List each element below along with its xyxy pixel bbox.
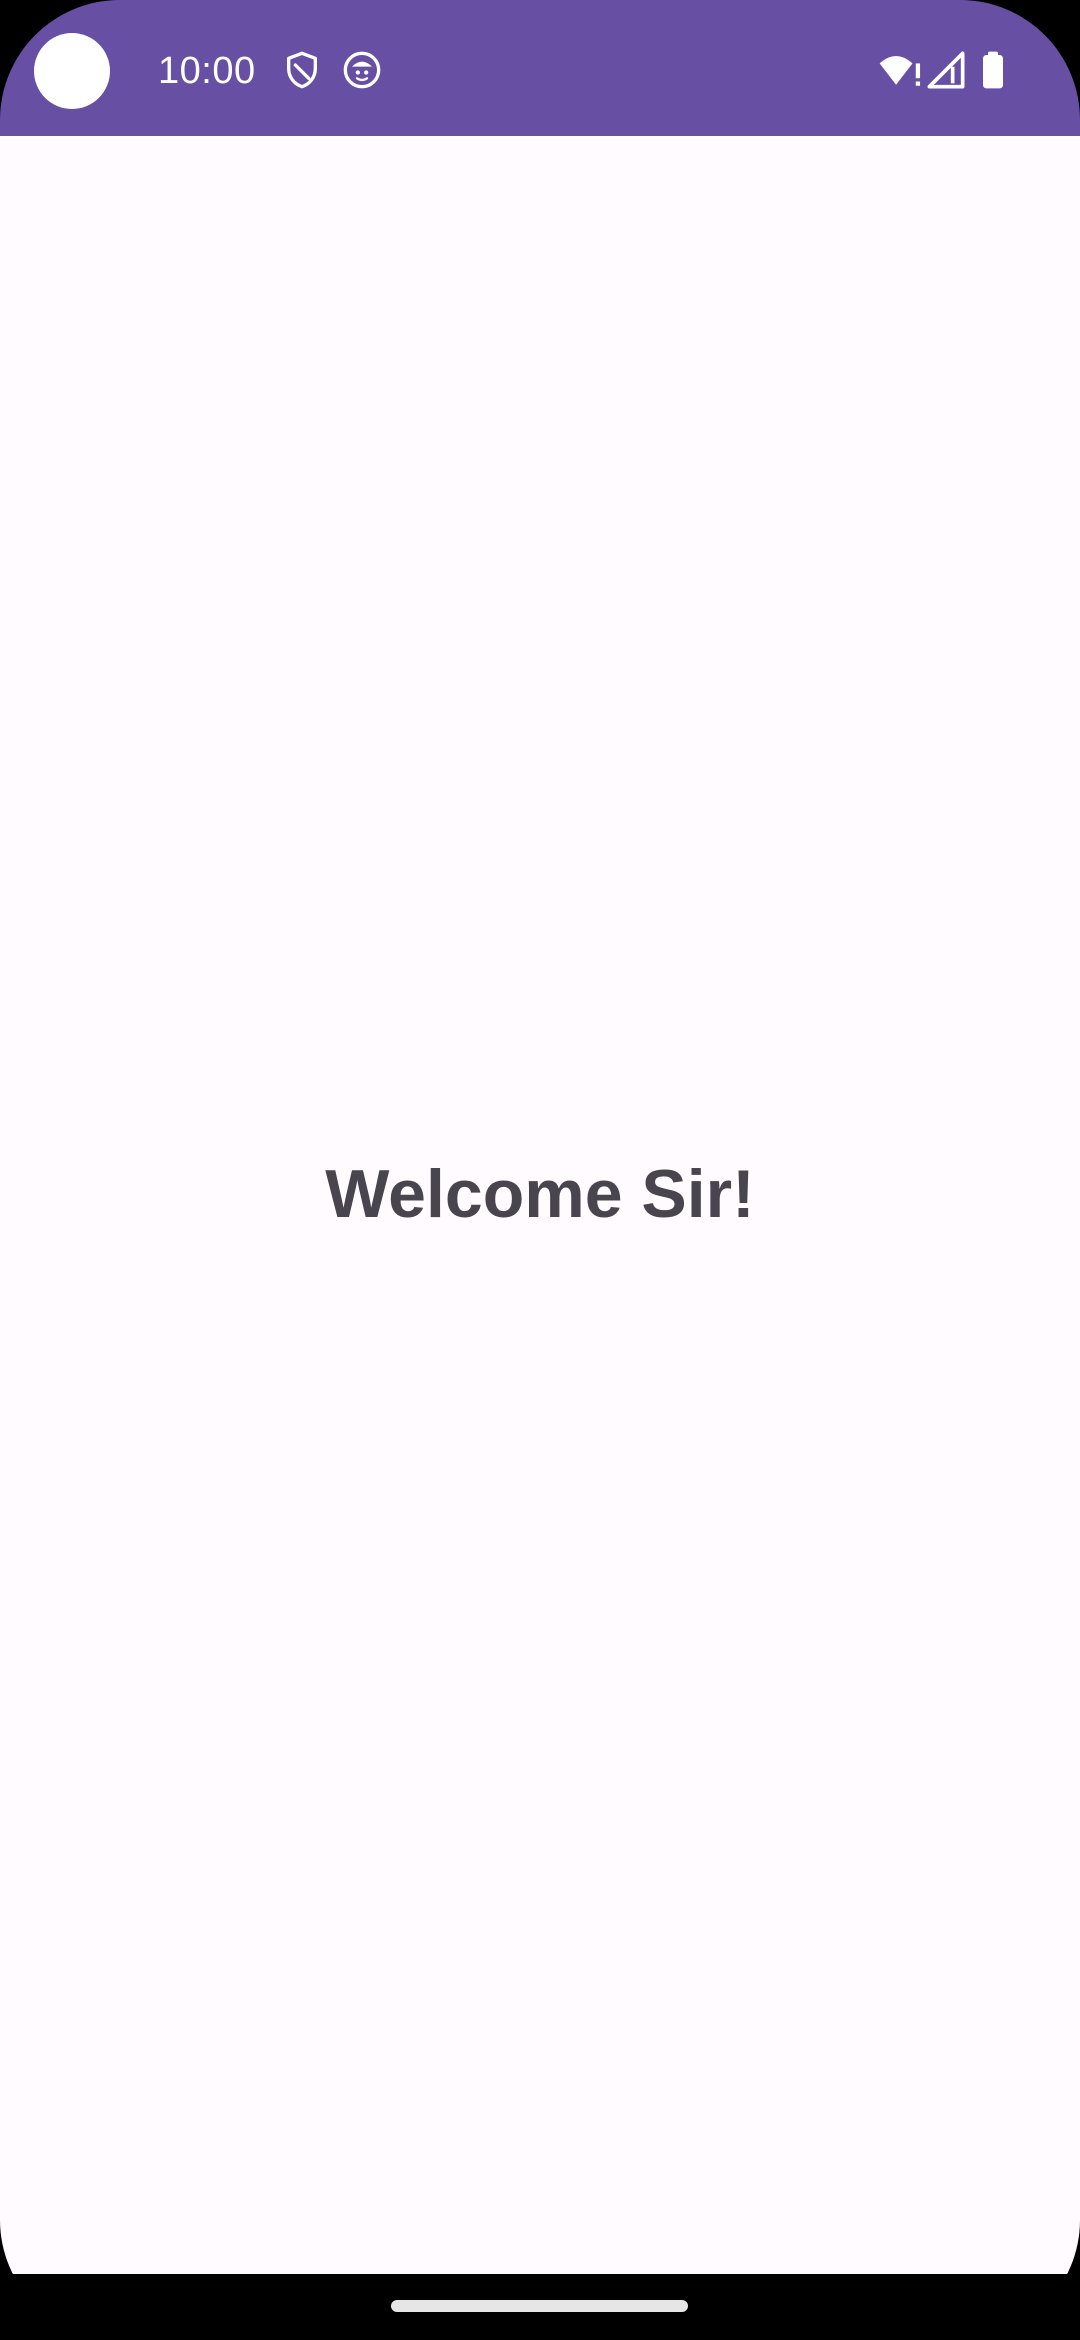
welcome-heading: Welcome Sir!	[325, 1156, 755, 1232]
shield-icon	[287, 51, 317, 89]
app-notification-icon	[343, 51, 381, 89]
screen-corner-bottom-left	[0, 2220, 120, 2340]
status-clock: 10:00	[158, 50, 256, 92]
front-camera-cutout	[34, 33, 110, 109]
wifi-alert-icon	[879, 56, 921, 86]
main-content: Welcome Sir!	[0, 136, 1080, 2274]
home-gesture-handle[interactable]	[391, 2300, 688, 2312]
phone-screen: 10:00 Welcome Sir!	[0, 0, 1080, 2340]
battery-icon	[983, 51, 1003, 89]
screen-corner-bottom-right	[960, 2220, 1080, 2340]
status-bar: 10:00	[0, 0, 1080, 136]
cellular-signal-icon	[927, 51, 965, 89]
